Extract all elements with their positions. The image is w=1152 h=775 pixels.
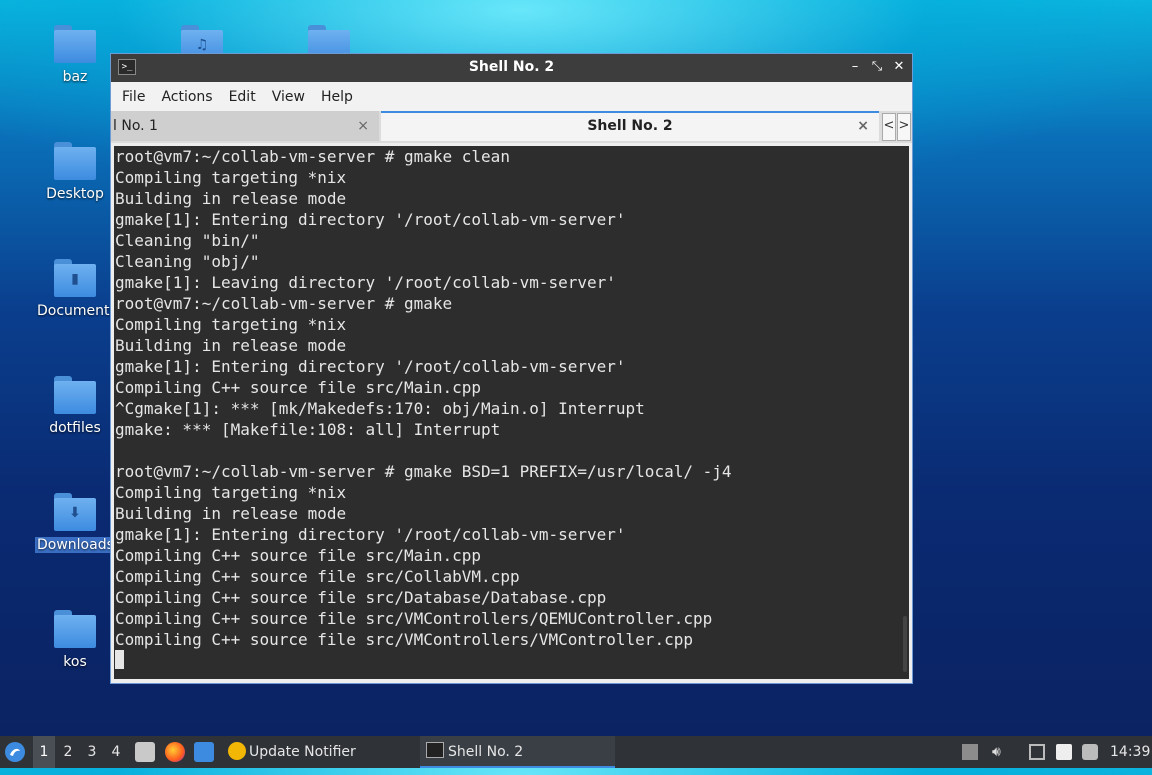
tab-label: Shell No. 2: [587, 118, 673, 134]
minimize-button[interactable]: –: [848, 58, 862, 76]
terminal-line: gmake[1]: Entering directory '/root/coll…: [115, 210, 626, 229]
taskbar: 1 2 3 4 Update Notifier Shell No. 2 🔊︎ 1…: [0, 736, 1152, 768]
workspace-1[interactable]: 1: [33, 736, 55, 768]
terminal-line: Building in release mode: [115, 336, 347, 355]
tab-scroll-right-button[interactable]: >: [897, 113, 911, 141]
app-menu-button[interactable]: [4, 736, 30, 768]
clock[interactable]: 14:39: [1110, 736, 1150, 768]
terminal-line: Compiling targeting *nix: [115, 168, 347, 187]
desktop-icon-label: dotfiles: [49, 420, 101, 436]
folder-icon: [54, 142, 96, 180]
menu-actions[interactable]: Actions: [153, 89, 220, 105]
close-button[interactable]: ✕: [892, 58, 906, 76]
eject-icon[interactable]: [962, 744, 978, 760]
desktop-icon-label: Documents: [37, 303, 117, 319]
menu-bar: File Actions Edit View Help: [111, 82, 912, 111]
terminal-icon: [426, 742, 444, 758]
terminal-line: Building in release mode: [115, 504, 347, 523]
terminal-line: Compiling C++ source file src/Main.cpp: [115, 546, 482, 565]
terminal-line: gmake[1]: Entering directory '/root/coll…: [115, 525, 626, 544]
tab-close-icon[interactable]: ×: [357, 111, 369, 141]
tab-shell-1[interactable]: l No. 1 ×: [111, 111, 379, 141]
terminal-prompt-line: [114, 650, 909, 671]
tab-bar: l No. 1 × Shell No. 2 × < >: [111, 111, 912, 143]
clipboard-icon[interactable]: [1056, 744, 1072, 760]
terminal-line: root@vm7:~/collab-vm-server # gmake: [115, 294, 453, 313]
task-label: Update Notifier: [249, 744, 356, 760]
network-icon[interactable]: [1029, 744, 1045, 760]
terminal-line: gmake: *** [Makefile:108: all] Interrupt: [115, 420, 501, 439]
volume-icon[interactable]: 🔊︎: [992, 744, 1008, 760]
terminal-line: ^Cgmake[1]: *** [mk/Makedefs:170: obj/Ma…: [115, 399, 645, 418]
menu-file[interactable]: File: [114, 89, 153, 105]
terminal-line: Compiling targeting *nix: [115, 483, 347, 502]
desktop-icon-label: Desktop: [46, 186, 104, 202]
terminal-line: Compiling C++ source file src/VMControll…: [115, 609, 713, 628]
terminal-line: Cleaning "bin/": [115, 231, 260, 250]
folder-icon: [54, 610, 96, 648]
desktop-icon-dotfiles[interactable]: dotfiles: [35, 376, 115, 436]
desktop-icon-label: Downloads: [35, 537, 116, 553]
window-titlebar[interactable]: >_ Shell No. 2 – ⤡ ✕: [111, 54, 912, 82]
notification-icon[interactable]: [1082, 744, 1098, 760]
update-notifier-icon: [228, 742, 246, 760]
firefox-icon[interactable]: [165, 742, 185, 762]
tab-label: l No. 1: [113, 118, 158, 134]
tab-close-icon[interactable]: ×: [857, 113, 869, 140]
folder-icon: [54, 376, 96, 414]
terminal-line: Cleaning "obj/": [115, 252, 260, 271]
terminal-output[interactable]: root@vm7:~/collab-vm-server # gmake clea…: [114, 146, 909, 679]
workspace-2[interactable]: 2: [57, 736, 79, 768]
desktop-icon-documents[interactable]: ▮ Documents: [35, 259, 117, 319]
maximize-button[interactable]: ⤡: [870, 58, 884, 76]
documents-folder-icon: ▮: [54, 259, 96, 297]
window-title: Shell No. 2: [468, 59, 555, 75]
folder-icon: [54, 25, 96, 63]
workspace-3[interactable]: 3: [81, 736, 103, 768]
text-cursor: [115, 650, 124, 669]
tab-scroll-left-button[interactable]: <: [882, 113, 896, 141]
workspace-4[interactable]: 4: [105, 736, 127, 768]
terminal-line: gmake[1]: Entering directory '/root/coll…: [115, 357, 626, 376]
terminal-line: Compiling C++ source file src/Database/D…: [115, 588, 607, 607]
desktop-icon-kos[interactable]: kos: [35, 610, 115, 670]
desktop-icon-desktop[interactable]: Desktop: [35, 142, 115, 202]
terminal-window: >_ Shell No. 2 – ⤡ ✕ File Actions Edit V…: [110, 53, 913, 684]
show-desktop-icon[interactable]: [194, 742, 214, 762]
desktop-icon-label: kos: [63, 654, 87, 670]
terminal-line: gmake[1]: Leaving directory '/root/colla…: [115, 273, 616, 292]
terminal-line: Compiling C++ source file src/VMControll…: [115, 630, 693, 649]
task-shell-2[interactable]: Shell No. 2: [420, 736, 615, 768]
lubuntu-logo-icon: [5, 742, 25, 762]
desktop-icon-baz[interactable]: baz: [35, 25, 115, 85]
terminal-line: Compiling C++ source file src/Main.cpp: [115, 378, 482, 397]
terminal-line: Building in release mode: [115, 189, 347, 208]
desktop-icon-downloads[interactable]: ⬇ Downloads: [35, 493, 116, 553]
menu-edit[interactable]: Edit: [221, 89, 264, 105]
menu-view[interactable]: View: [264, 89, 313, 105]
terminal-line: Compiling C++ source file src/CollabVM.c…: [115, 567, 520, 586]
file-manager-icon[interactable]: [135, 742, 155, 762]
terminal-scrollbar[interactable]: [903, 616, 907, 672]
terminal-line: Compiling targeting *nix: [115, 315, 347, 334]
downloads-folder-icon: ⬇: [54, 493, 96, 531]
menu-help[interactable]: Help: [313, 89, 361, 105]
task-update-notifier[interactable]: Update Notifier: [222, 736, 418, 768]
task-label: Shell No. 2: [448, 744, 524, 760]
desktop-icon-label: baz: [62, 69, 88, 85]
tab-shell-2[interactable]: Shell No. 2 ×: [381, 111, 879, 141]
terminal-line: root@vm7:~/collab-vm-server # gmake clea…: [115, 147, 510, 166]
terminal-line: root@vm7:~/collab-vm-server # gmake BSD=…: [115, 462, 732, 481]
